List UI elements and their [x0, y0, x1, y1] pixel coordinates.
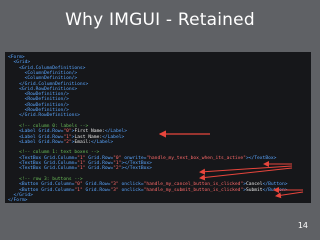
code-token: Grid.Row=: [82, 182, 111, 188]
code-line: <Label Grid.Row="2">Email:</Label>: [8, 140, 113, 146]
code-token: "1": [74, 187, 83, 193]
code-token: Cancel: [245, 182, 263, 188]
code-token: <Button: [8, 182, 42, 188]
code-token: <Label: [8, 129, 39, 135]
code-token: </Button>: [262, 182, 288, 188]
code-token: </Grid.RowDefinitions>: [8, 113, 80, 119]
code-token: <Grid>: [8, 60, 31, 66]
code-block: <Form> <Grid> <Grid.ColumnDefinitions> <…: [5, 52, 311, 203]
code-token: Email:: [74, 139, 92, 145]
code-token: Grid.Row=: [38, 134, 64, 140]
code-token: onwrite=: [121, 155, 147, 161]
code-token: <Button: [8, 187, 42, 193]
code-token: </Label>: [91, 139, 114, 145]
code-token: "1": [63, 134, 72, 140]
code-token: <!-- column 1: text boxes -->: [8, 150, 100, 156]
code-token: <Label: [8, 134, 39, 140]
code-token: </Button>: [262, 187, 288, 193]
code-token: onclick=: [118, 182, 144, 188]
code-token: <TextBox: [8, 155, 44, 161]
code-token: </Grid.ColumnDefinitions>: [8, 81, 89, 87]
code-line: <TextBox Grid.Column="1" Grid.Row="2"></…: [8, 166, 152, 172]
code-token: "3": [110, 182, 119, 188]
code-line: </Grid.RowDefinitions>: [8, 113, 80, 119]
code-token: Submit: [245, 187, 263, 193]
code-token: <Grid.ColumnDefinitions>: [8, 65, 86, 71]
code-token: Grid.Column=: [41, 182, 75, 188]
code-token: Grid.Row=: [85, 166, 114, 172]
code-token: <RowDefinition/>: [8, 97, 69, 103]
code-token: "handle_my_text_box_when_its_active": [146, 155, 246, 161]
code-token: </Label>: [102, 134, 125, 140]
slide-title: Why IMGUI - Retained: [65, 10, 255, 30]
code-token: Grid.Column=: [43, 155, 78, 161]
code-token: Grid.Row=: [85, 155, 114, 161]
page-number: 14: [297, 221, 308, 230]
code-token: Grid.Column=: [41, 187, 75, 193]
code-token: Grid.Column=: [43, 166, 78, 172]
code-token: "3": [110, 187, 119, 193]
code-token: ></TextBox>: [245, 155, 277, 161]
code-line: <Button Grid.Column="1" Grid.Row="3" onc…: [8, 188, 287, 194]
code-token: Grid.Row=: [38, 139, 64, 145]
code-token: First Name:: [74, 129, 105, 135]
code-token: Grid.Row=: [82, 187, 111, 193]
code-token: <RowDefinition/>: [8, 102, 69, 108]
code-token: "2": [63, 139, 72, 145]
code-token: </Label>: [104, 129, 128, 135]
code-token: <Label: [8, 139, 39, 145]
code-token: "0": [63, 129, 72, 135]
code-token: "handle_my_cancel_button_is_clicked": [143, 182, 244, 188]
code-token: "handle_my_submit_button_is_clicked": [143, 187, 244, 193]
code-token: Last Name:: [74, 134, 103, 140]
code-token: </Form>: [8, 198, 28, 203]
code-token: Grid.Row=: [38, 129, 64, 135]
code-token: "0": [74, 182, 83, 188]
code-line: </Form>: [8, 198, 27, 203]
code-token: ></TextBox>: [121, 166, 152, 172]
code-token: <ColumnDefinition/>: [8, 76, 78, 82]
code-token: <TextBox: [8, 166, 44, 172]
code-token: onclick=: [118, 187, 144, 193]
